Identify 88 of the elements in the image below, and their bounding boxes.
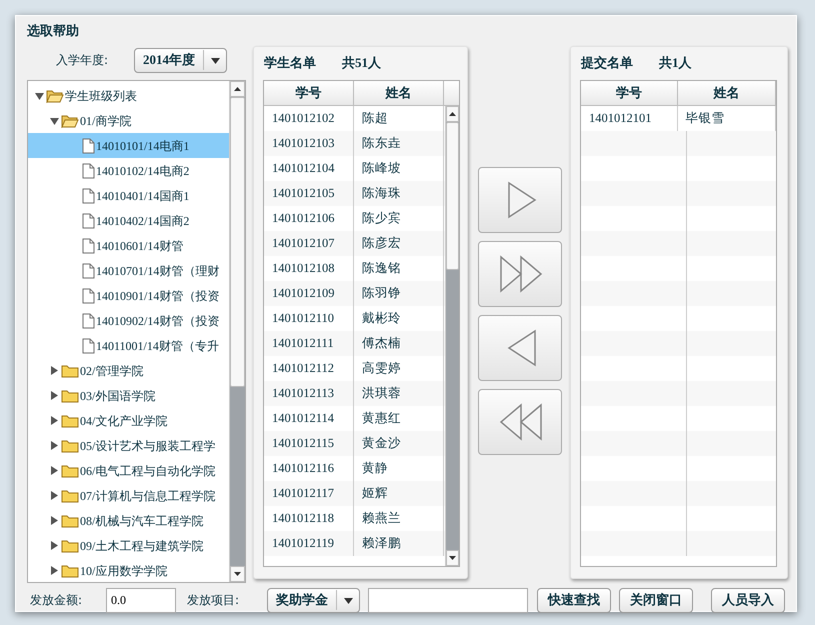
folder-label[interactable]: 07/计算机与信息工程学院 [80,486,216,504]
submit-list-title: 提交名单 [581,54,633,72]
down-arrow-icon [234,572,241,576]
folder-label[interactable]: 09/土木工程与建筑学院 [80,536,204,554]
table-cell: 洪琪蓉 [354,381,444,406]
remove-button[interactable] [478,315,562,381]
table-cell: 黄金沙 [354,431,444,456]
document-icon [82,188,95,204]
document-icon [82,338,95,354]
document-icon [82,212,95,228]
column-header: 姓名 [354,81,444,105]
student-list-count: 共51人 [342,54,381,72]
year-label: 入学年度: [56,52,108,69]
folder-label[interactable]: 02/管理学院 [80,362,144,380]
folder-label[interactable]: 01/商学院 [80,112,132,130]
folder-icon [61,414,79,428]
amount-label: 发放金额: [30,592,84,609]
student-list-title: 学生名单 [264,54,316,72]
class-label[interactable]: 14010402/14国商2 [96,212,190,230]
up-arrow-icon [449,112,456,116]
document-icon [82,312,95,328]
footer-button[interactable]: 关闭窗口 [619,588,693,612]
folder-icon [61,364,79,378]
column-header: 姓名 [678,81,776,105]
table-cell: 1401012117 [264,481,354,506]
table-cell: 1401012107 [264,231,354,256]
year-select[interactable]: 2014年度 [134,48,228,72]
amount-field[interactable]: 0.0 [106,588,176,612]
search-field[interactable] [368,588,528,612]
table-cell: 1401012109 [264,281,354,306]
class-label[interactable]: 14010901/14财管（投资 [96,286,220,304]
table-cell: 1401012113 [264,381,354,406]
table-cell: 傅杰楠 [354,331,444,356]
folder-icon [61,564,79,578]
folder-icon [61,388,79,402]
scrollbar[interactable] [229,81,245,582]
document-icon [82,162,95,178]
folder-icon [61,488,79,502]
class-label[interactable]: 14010902/14财管（投资 [96,312,220,330]
caret-icon [210,58,220,64]
folder-label[interactable]: 学生班级列表 [65,86,137,104]
table-cell: 1401012111 [264,331,354,356]
document-icon [82,262,95,278]
add-button[interactable] [478,167,562,233]
table-cell: 陈彦宏 [354,231,444,256]
caret-icon [344,598,352,604]
folder-icon [61,514,79,528]
table-cell: 1401012115 [264,431,354,456]
table-cell: 陈东垚 [354,131,444,156]
class-label[interactable]: 14010102/14电商2 [96,162,190,180]
folder-label[interactable]: 10/应用数学学院 [80,562,168,580]
folder-label[interactable]: 08/机械与汽车工程学院 [80,512,204,530]
up-arrow-icon [234,87,241,91]
column-header: 学号 [264,81,354,105]
down-arrow-icon [449,556,456,560]
table-cell: 1401012105 [264,181,354,206]
table-cell: 1401012103 [264,131,354,156]
folder-label[interactable]: 04/文化产业学院 [80,412,168,430]
folder-icon [46,88,64,102]
scrollbar[interactable] [445,106,459,566]
table-cell: 赖泽鹏 [354,531,444,556]
folder-label[interactable]: 05/设计艺术与服装工程学 [80,436,216,454]
table-cell: 姬辉 [354,481,444,506]
class-label[interactable]: 14011001/14财管（专升 [96,336,219,354]
document-icon [82,138,95,154]
folder-label[interactable]: 03/外国语学院 [80,386,156,404]
item-select[interactable]: 奖助学金 [267,588,360,612]
column-header: 学号 [581,81,678,105]
footer-button[interactable]: 快速查找 [537,588,611,612]
class-label[interactable]: 14010401/14国商1 [96,186,190,204]
folder-icon [61,538,79,552]
submit-list-count: 共1人 [659,54,692,72]
class-label[interactable]: 14010701/14财管（理财 [96,262,220,280]
table-cell: 陈海珠 [354,181,444,206]
folder-label[interactable]: 06/电气工程与自动化学院 [80,462,216,480]
document-icon [82,288,95,304]
table-cell: 陈羽铮 [354,281,444,306]
table-cell: 1401012119 [264,531,354,556]
folder-icon [61,464,79,478]
item-label: 发放项目: [187,592,240,609]
class-label[interactable]: 14010601/14财管 [96,236,184,254]
document-icon [82,238,95,254]
add-all-button[interactable] [478,241,562,307]
footer-button[interactable]: 人员导入 [711,588,785,612]
remove-all-button[interactable] [478,389,562,455]
folder-icon [61,438,79,452]
dialog-title: 选取帮助 [26,22,80,40]
folder-icon [61,114,79,128]
